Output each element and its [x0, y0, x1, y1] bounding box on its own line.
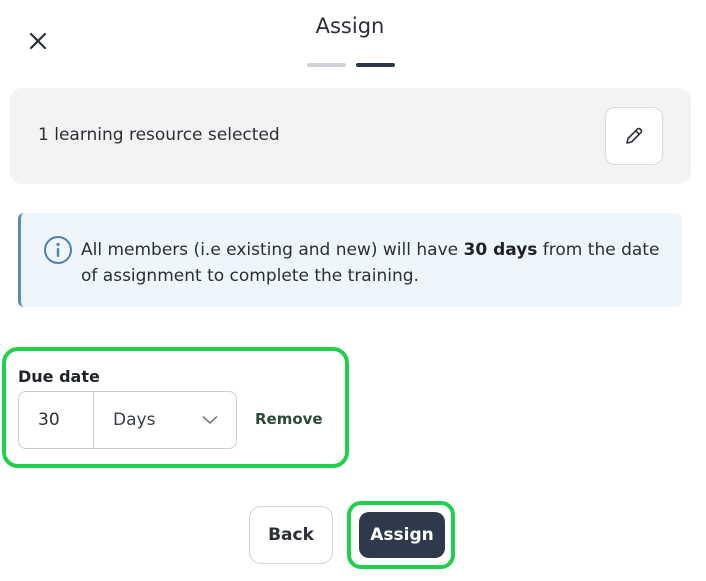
- due-date-unit-value: Days: [113, 410, 156, 430]
- step-2-indicator: [356, 63, 395, 67]
- remove-due-date-link[interactable]: Remove: [255, 410, 323, 428]
- due-date-label: Due date: [18, 367, 100, 386]
- back-button[interactable]: Back: [249, 506, 333, 564]
- resource-summary: 1 learning resource selected: [38, 125, 280, 145]
- info-duration: 30 days: [463, 240, 538, 260]
- step-1-indicator: [307, 63, 346, 67]
- due-date-number-input[interactable]: [19, 392, 94, 448]
- due-date-control: Days: [18, 391, 237, 449]
- edit-resources-button[interactable]: [605, 107, 663, 165]
- due-date-unit-select[interactable]: Days: [94, 392, 236, 448]
- chevron-down-icon: [202, 416, 218, 424]
- info-icon: [44, 236, 72, 264]
- assign-button[interactable]: Assign: [359, 512, 445, 558]
- pencil-icon: [626, 127, 643, 144]
- info-banner: All members (i.e existing and new) will …: [18, 213, 682, 307]
- selected-resources-card: 1 learning resource selected: [10, 88, 691, 184]
- info-message: All members (i.e existing and new) will …: [81, 240, 660, 286]
- dialog-title: Assign: [315, 14, 385, 38]
- step-indicator: [307, 63, 395, 67]
